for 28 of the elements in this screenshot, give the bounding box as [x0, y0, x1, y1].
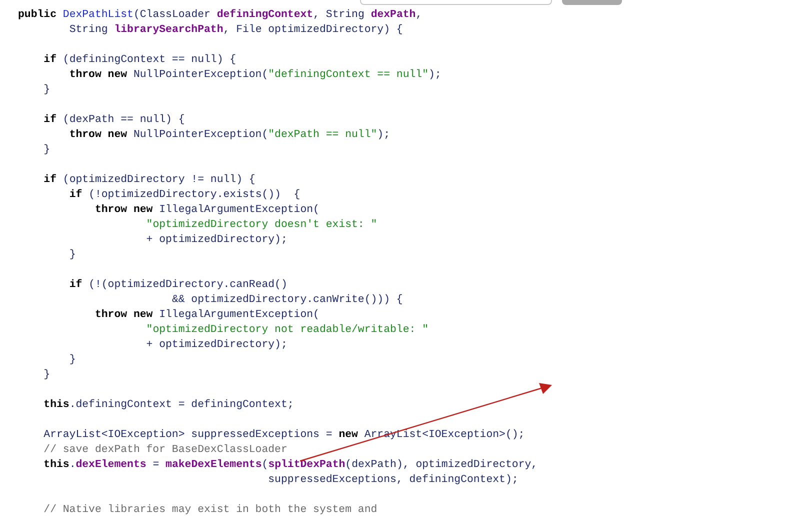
code-line: public DexPathList(ClassLoader definingContext, String dexPath,	[18, 9, 422, 21]
code-line: suppressedExceptions, definingContext);	[268, 474, 518, 486]
code-line: throw new NullPointerException("dexPath == null");	[69, 129, 390, 141]
button[interactable]	[562, 0, 622, 5]
code-line: }	[44, 369, 50, 381]
code-line: && optimizedDirectory.canWrite())) {	[172, 294, 403, 306]
code-line: throw new NullPointerException("definingContext == null");	[69, 69, 442, 81]
code-line: String librarySearchPath, File optimizedDirectory) {	[69, 24, 403, 36]
input-field[interactable]	[360, 0, 552, 5]
code-line: "optimizedDirectory not readable/writable: "	[146, 324, 428, 336]
code-line: // save dexPath for BaseDexClassLoader	[44, 444, 288, 456]
code-line: if (optimizedDirectory != null) {	[44, 174, 256, 186]
code-line: if (!(optimizedDirectory.canRead()	[69, 279, 288, 291]
code-line: if (definingContext == null) {	[44, 54, 236, 66]
code-line: }	[69, 354, 76, 366]
code-line: if (!optimizedDirectory.exists()) {	[69, 189, 300, 201]
code-line: // Native libraries may exist in both the system and	[44, 504, 378, 516]
code-line: throw new IllegalArgumentException(	[94, 204, 320, 216]
code-line: + optimizedDirectory);	[146, 339, 288, 351]
code-line: this.definingContext = definingContext;	[44, 399, 294, 411]
code-line: }	[69, 249, 76, 261]
code-line: + optimizedDirectory);	[146, 234, 288, 246]
code-line: }	[44, 144, 50, 156]
code-line: throw new IllegalArgumentException(	[94, 309, 320, 321]
code-line: if (dexPath == null) {	[44, 114, 185, 126]
code-line: this.dexElements = makeDexElements(splitDexPath(dexPath), optimizedDirectory,	[44, 459, 538, 471]
code-line: }	[44, 84, 50, 96]
code-line: "optimizedDirectory doesn't exist: "	[146, 219, 378, 231]
